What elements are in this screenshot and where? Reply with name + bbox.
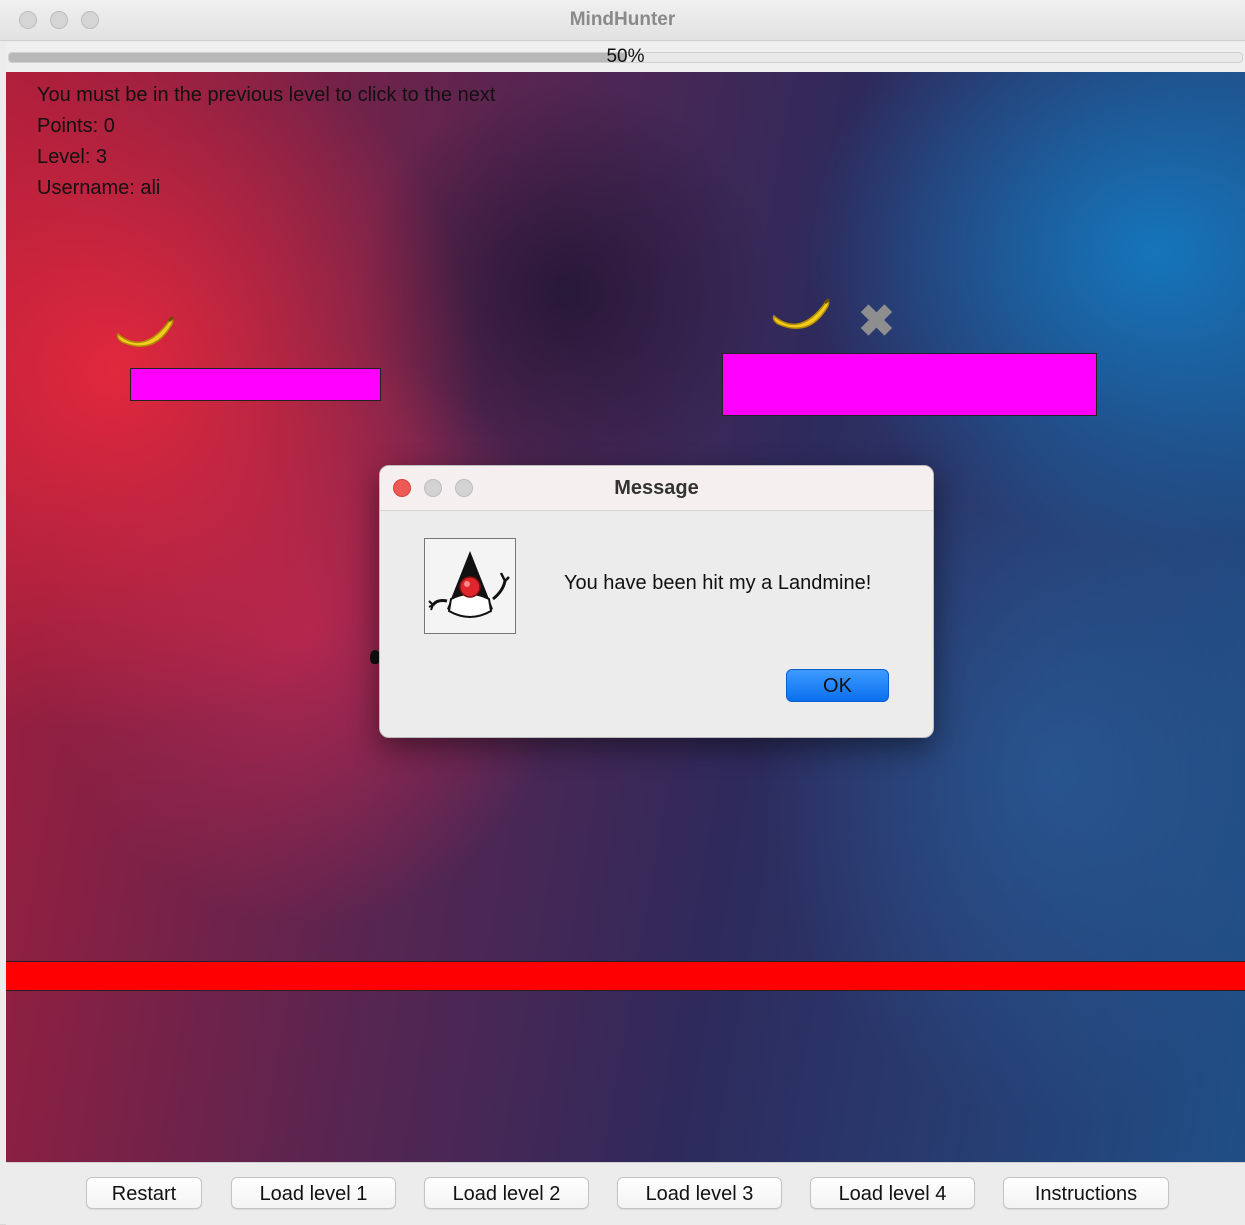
progress-label: 50%: [606, 46, 645, 67]
platform: [130, 368, 381, 401]
dialog-title: Message: [614, 477, 699, 499]
load-level-3-button[interactable]: Load level 3: [617, 1177, 782, 1209]
window-title: MindHunter: [569, 9, 676, 30]
restart-button[interactable]: Restart: [86, 1177, 202, 1209]
load-level-2-button[interactable]: Load level 2: [424, 1177, 589, 1209]
dialog-title-bar: Message: [380, 466, 933, 511]
hud-username: Username: ali: [37, 177, 161, 199]
hud-points: Points: 0: [37, 115, 115, 137]
dialog-message: You have been hit my a Landmine!: [564, 572, 872, 594]
ok-button[interactable]: OK: [786, 669, 889, 702]
hud-message: You must be in the previous level to cli…: [37, 84, 496, 106]
banana-icon: [116, 316, 175, 347]
x-mark-icon: ✖: [858, 297, 895, 346]
load-level-1-button[interactable]: Load level 1: [231, 1177, 396, 1209]
instructions-button[interactable]: Instructions: [1003, 1177, 1169, 1209]
java-duke-icon: [424, 538, 516, 634]
load-level-4-button[interactable]: Load level 4: [810, 1177, 975, 1209]
lava-floor: [6, 961, 1245, 991]
hud-level: Level: 3: [37, 146, 108, 168]
platform: [722, 353, 1097, 416]
progress-bar: 50%: [6, 42, 1245, 72]
button-bar: Restart Load level 1 Load level 2 Load l…: [6, 1162, 1245, 1225]
title-bar: MindHunter: [0, 0, 1245, 41]
app-window: MindHunter 50% You must be in the previo…: [0, 0, 1245, 1225]
banana-icon: [772, 298, 831, 329]
message-dialog: Message You have been hit my a Landmine!…: [379, 465, 934, 738]
